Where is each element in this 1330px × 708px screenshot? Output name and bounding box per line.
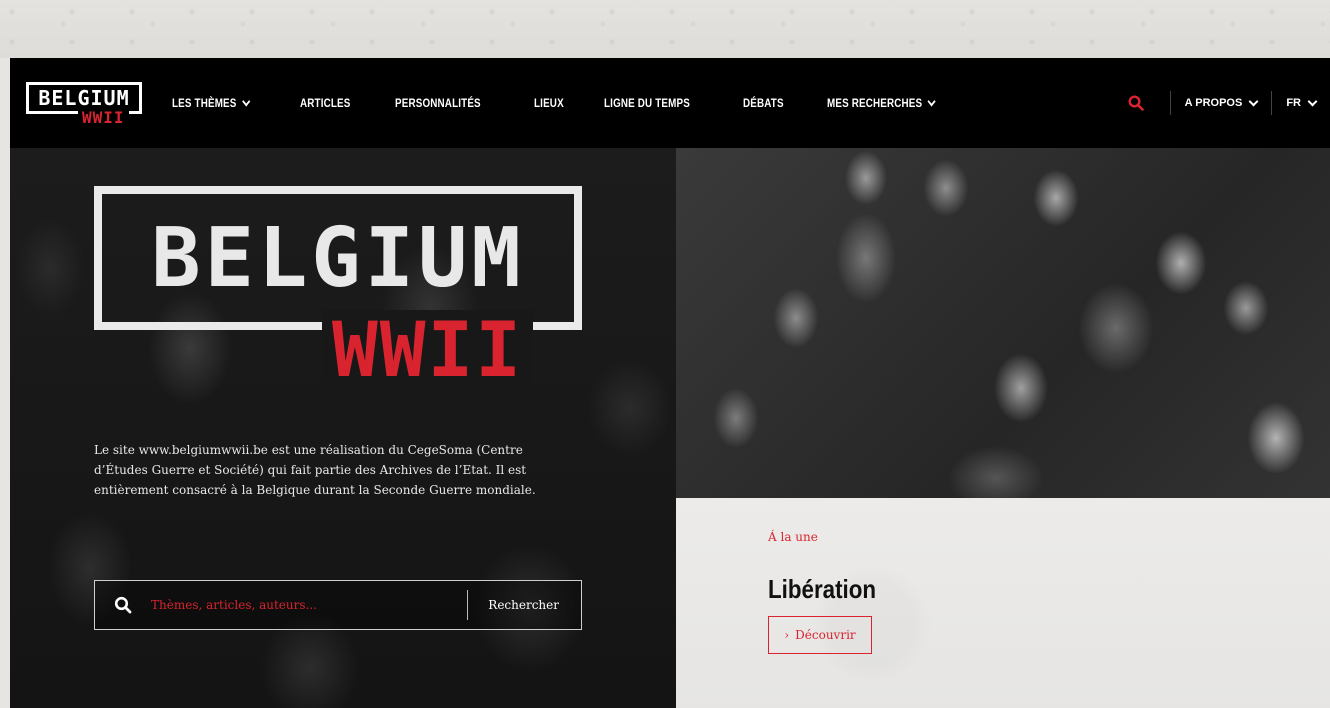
nav-item-label: MES RECHERCHES: [826, 96, 922, 110]
featured-kicker: Á la une: [768, 530, 818, 544]
logo-sub-text: WWII: [78, 108, 129, 127]
discover-button[interactable]: › Découvrir: [768, 616, 872, 654]
hero-intro-text: Le site www.belgiumwwii.be est une réali…: [94, 443, 536, 497]
nav-item-debats[interactable]: DÉBATS: [743, 96, 784, 110]
discover-label: Découvrir: [795, 628, 856, 642]
language-selector[interactable]: FR: [1272, 96, 1330, 109]
nav-item-ligne-du-temps[interactable]: LIGNE DU TEMPS: [604, 96, 690, 110]
nav-item-label: ARTICLES: [299, 96, 351, 110]
nav-item-label: LIEUX: [533, 96, 564, 110]
nav-search-button[interactable]: [1116, 88, 1156, 118]
nav-item-personnalites[interactable]: PERSONNALITÉS: [395, 96, 481, 110]
nav-item-themes[interactable]: LES THÈMES: [172, 96, 251, 110]
featured-title[interactable]: Libération: [768, 574, 876, 605]
featured-panel: Á la une Libération › Découvrir: [676, 498, 1330, 708]
chevron-down-icon: [1307, 96, 1318, 106]
hero-logo-main: BELGIUM: [151, 210, 525, 306]
page-top-band: [0, 0, 1330, 58]
nav-item-label: PERSONNALITÉS: [395, 96, 482, 110]
chevron-down-icon: [1248, 96, 1259, 106]
chevron-right-icon: ›: [784, 628, 790, 642]
site-frame: BELGIUM WWII LES THÈMES ARTICLES PERSONN…: [10, 58, 1330, 708]
chevron-down-icon: [927, 96, 936, 106]
nav-item-label: LES THÈMES: [172, 96, 237, 110]
search-icon: [1128, 95, 1144, 111]
hero-search-bar: Rechercher: [94, 580, 582, 630]
search-icon-wrapper: [95, 596, 151, 614]
site-logo[interactable]: BELGIUM WWII: [26, 82, 142, 128]
hero-section: BELGIUM WWII Le site www.belgiumwwii.be …: [10, 148, 676, 708]
language-label: FR: [1286, 97, 1301, 109]
nav-right-group: A PROPOS FR: [1116, 58, 1330, 148]
nav-item-lieux[interactable]: LIEUX: [534, 96, 564, 110]
hero-logo: BELGIUM WWII: [94, 186, 582, 390]
nav-item-label: LIGNE DU TEMPS: [604, 96, 691, 110]
hero-logo-sub: WWII: [322, 310, 534, 390]
nav-item-label: DÉBATS: [743, 96, 784, 110]
nav-item-articles[interactable]: ARTICLES: [300, 96, 351, 110]
about-label: A PROPOS: [1184, 97, 1243, 109]
nav-about-dropdown[interactable]: A PROPOS: [1171, 96, 1272, 109]
hero-photo-crowd: [676, 148, 1330, 498]
main-menu: LES THÈMES ARTICLES PERSONNALITÉS LIEUX …: [172, 58, 992, 148]
search-submit-button[interactable]: Rechercher: [468, 598, 581, 612]
main-navbar: BELGIUM WWII LES THÈMES ARTICLES PERSONN…: [10, 58, 1330, 148]
nav-item-mes-recherches[interactable]: MES RECHERCHES: [826, 96, 936, 110]
chevron-down-icon: [241, 96, 251, 106]
search-input[interactable]: [151, 598, 468, 612]
search-icon: [114, 596, 132, 614]
